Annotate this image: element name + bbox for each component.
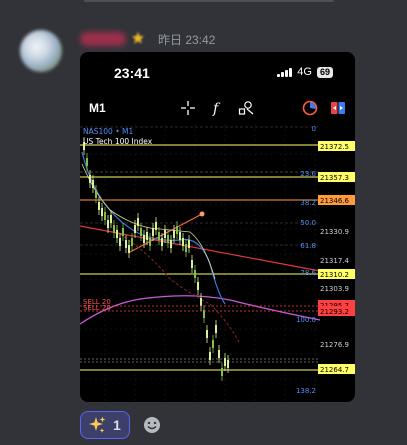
price-axis-label: 21276.9 — [320, 341, 349, 349]
fib-level-label: 100.0 — [296, 316, 316, 324]
avatar[interactable] — [20, 30, 62, 72]
timer-icon[interactable] — [302, 100, 318, 116]
price-axis-label: 21346.6 — [320, 197, 349, 205]
star-badge-icon — [132, 32, 144, 44]
moving-average-yellow — [81, 163, 216, 280]
fib-level-label: 78.6 — [300, 269, 316, 277]
signal-icon — [277, 67, 293, 77]
message-timestamp: 昨日 23:42 — [158, 33, 216, 47]
price-chart[interactable]: SELL 20 SELL 20 NAS100 • M1 US Tech 100 … — [80, 124, 355, 402]
attached-screenshot[interactable]: 23:41 4G 69 M1 f SELL 20 SELL 20 NAS100 … — [80, 52, 355, 402]
price-axis-label: 21372.5 — [320, 143, 349, 151]
reaction-sparkles[interactable]: 1 — [80, 411, 130, 439]
sparkles-icon — [89, 416, 106, 433]
price-axis-label: 21310.2 — [320, 271, 349, 279]
trend-handle[interactable] — [199, 211, 205, 217]
phone-status-bar: 4G 69 — [277, 66, 333, 78]
fib-level-label: 50.0 — [300, 219, 316, 227]
previous-message-divider — [84, 0, 334, 2]
battery-icon: 69 — [316, 66, 333, 78]
trade-panel-icon[interactable] — [330, 100, 346, 116]
chart-grid — [80, 124, 320, 402]
network-label: 4G — [297, 66, 312, 78]
fib-level-label: 23.6 — [300, 170, 316, 178]
price-axis-label: 21330.9 — [320, 228, 349, 236]
moving-average-dashed — [119, 233, 241, 345]
price-axis-label: 21264.7 — [320, 366, 349, 374]
price-axis-label: 21303.9 — [320, 285, 349, 293]
crosshair-icon[interactable] — [180, 100, 196, 116]
symbol-name: US Tech 100 Index — [83, 137, 153, 146]
phone-clock: 23:41 — [114, 65, 150, 81]
drawing-tools-icon[interactable] — [238, 100, 254, 116]
price-axis: 0 21372.5 21357.3 23.6 21346.6 38.2 21330.9 50.… — [296, 125, 355, 395]
symbol-label: NAS100 • M1 — [83, 127, 133, 136]
fib-level-label: 38.2 — [300, 199, 316, 207]
reaction-bar: 1 — [80, 411, 166, 439]
fib-level-label: 61.8 — [300, 242, 316, 250]
svg-text:f: f — [212, 101, 221, 116]
fib-level-label: 138.2 — [296, 387, 316, 395]
username-blurred[interactable] — [80, 32, 126, 46]
price-axis-label: 21357.3 — [320, 174, 349, 182]
timeframe-button[interactable]: M1 — [89, 101, 106, 115]
price-axis-label: 21317.4 — [320, 257, 349, 265]
add-reaction-button[interactable] — [138, 411, 166, 439]
price-axis-label: 21293.2 — [320, 308, 349, 316]
smiley-add-icon — [143, 417, 160, 433]
fib-level-label: 0 — [312, 125, 316, 133]
reaction-count: 1 — [113, 417, 121, 433]
indicator-function-icon[interactable]: f — [209, 100, 225, 116]
sell-order-label-2: SELL 20 — [83, 304, 111, 312]
